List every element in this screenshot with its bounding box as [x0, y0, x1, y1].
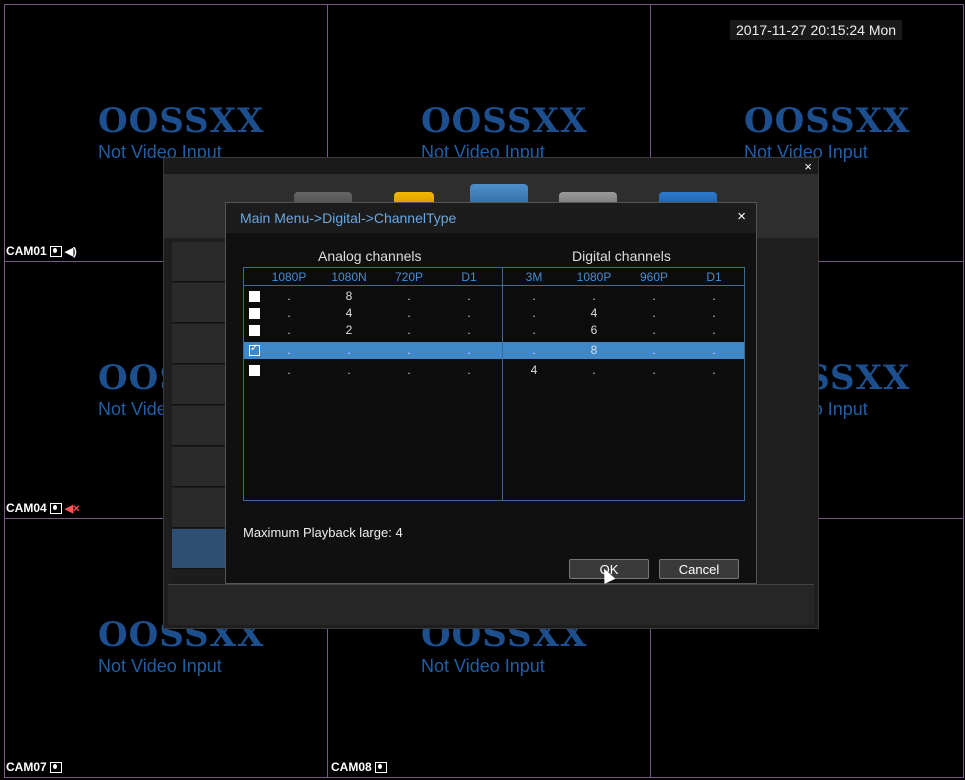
table-cell: .	[652, 323, 656, 337]
table-cell: .	[652, 289, 656, 303]
table-cell: .	[652, 343, 656, 357]
camera-name: CAM07	[6, 760, 47, 774]
table-cell: 4	[590, 306, 598, 320]
column-header: 3M	[525, 270, 543, 284]
camera-label-cam07: CAM07	[6, 760, 62, 774]
column-group-divider	[502, 268, 503, 500]
table-cell: 4	[345, 306, 353, 320]
no-video-text: Not Video Input	[421, 656, 545, 676]
table-cell: 4	[530, 363, 538, 377]
camera-name: CAM08	[331, 760, 372, 774]
analog-channels-header: Analog channels	[318, 248, 422, 264]
record-icon	[374, 761, 387, 773]
table-cell: .	[407, 289, 411, 303]
column-header: 720P	[394, 270, 424, 284]
table-cell: .	[467, 343, 471, 357]
close-icon[interactable]: ×	[804, 159, 812, 174]
table-cell: .	[592, 363, 596, 377]
main-window-footer	[168, 584, 814, 625]
table-row[interactable]: . 4 . . . 4 . .	[244, 305, 744, 322]
table-cell: .	[712, 289, 716, 303]
record-icon	[49, 502, 62, 514]
table-row[interactable]: . . . . 4 . . .	[244, 362, 744, 379]
brand-watermark: OOSSXX	[744, 101, 911, 141]
brand-watermark: OOSSXX	[98, 101, 265, 141]
datetime-display: 2017-11-27 20:15:24 Mon	[730, 20, 903, 40]
table-cell: .	[532, 306, 536, 320]
column-header: D1	[461, 270, 477, 284]
camera-label-cam08: CAM08	[331, 760, 387, 774]
no-video-text: Not Video Input	[98, 656, 222, 676]
table-cell: .	[407, 323, 411, 337]
table-cell: .	[467, 289, 471, 303]
column-header: 1080N	[331, 270, 367, 284]
cancel-button[interactable]: Cancel	[659, 559, 739, 579]
table-cell: .	[467, 323, 471, 337]
table-cell: .	[407, 306, 411, 320]
table-cell: .	[532, 323, 536, 337]
header-divider	[244, 285, 744, 286]
row-checkbox[interactable]	[249, 343, 260, 356]
table-cell: .	[407, 363, 411, 377]
camera-name: CAM01	[6, 244, 47, 258]
column-header: D1	[706, 270, 722, 284]
channel-type-dialog: Main Menu->Digital->ChannelType × Analog…	[225, 202, 757, 584]
table-cell: 8	[590, 343, 598, 357]
table-cell: .	[712, 306, 716, 320]
table-row[interactable]: . 2 . . . 6 . .	[244, 322, 744, 339]
table-cell: .	[347, 343, 351, 357]
column-header: 1080P	[271, 270, 307, 284]
table-cell: 6	[590, 323, 598, 337]
dialog-titlebar: Main Menu->Digital->ChannelType ×	[226, 203, 756, 233]
column-header: 960P	[639, 270, 669, 284]
table-cell: 2	[345, 323, 353, 337]
camera-name: CAM04	[6, 501, 47, 515]
record-icon	[49, 245, 62, 257]
brand-watermark: OOSSXX	[421, 101, 588, 141]
speaker-muted-icon: ◀×	[64, 502, 80, 515]
speaker-icon: ◀)	[64, 245, 77, 258]
table-cell: 8	[345, 289, 353, 303]
dialog-title: Main Menu->Digital->ChannelType	[240, 210, 457, 226]
table-cell: .	[467, 306, 471, 320]
table-cell: .	[712, 323, 716, 337]
table-cell: .	[532, 343, 536, 357]
max-playback-text: Maximum Playback large: 4	[243, 525, 403, 540]
table-row[interactable]: . 8 . . . . . .	[244, 288, 744, 305]
table-row-selected[interactable]: . . . . . 8 . .	[244, 342, 744, 359]
column-header: 1080P	[576, 270, 612, 284]
table-cell: .	[287, 343, 291, 357]
table-cell: .	[712, 363, 716, 377]
row-checkbox[interactable]	[249, 365, 260, 376]
camera-label-cam04: CAM04 ◀×	[6, 501, 80, 515]
table-cell: .	[592, 289, 596, 303]
table-cell: .	[347, 363, 351, 377]
digital-channels-header: Digital channels	[572, 248, 671, 264]
channel-table: 1080P 1080N 720P D1 3M 1080P 960P D1 . 8…	[243, 267, 745, 501]
camera-label-cam01: CAM01 ◀)	[6, 244, 77, 258]
row-checkbox[interactable]	[249, 291, 260, 302]
table-cell: .	[287, 306, 291, 320]
record-icon	[49, 761, 62, 773]
table-cell: .	[532, 289, 536, 303]
main-window-titlebar	[164, 158, 818, 174]
table-cell: .	[652, 363, 656, 377]
table-cell: .	[287, 289, 291, 303]
table-cell: .	[652, 306, 656, 320]
close-icon[interactable]: ×	[737, 208, 746, 225]
table-cell: .	[712, 343, 716, 357]
table-cell: .	[467, 363, 471, 377]
table-cell: .	[287, 363, 291, 377]
table-cell: .	[287, 323, 291, 337]
table-cell: .	[407, 343, 411, 357]
row-checkbox[interactable]	[249, 308, 260, 319]
row-checkbox[interactable]	[249, 325, 260, 336]
